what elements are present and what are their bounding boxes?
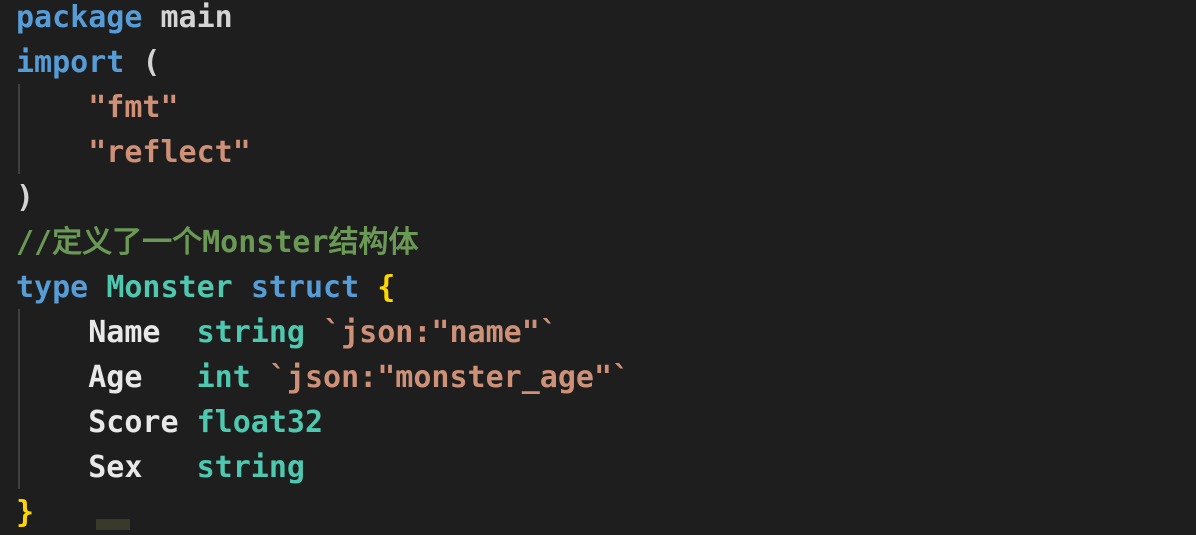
code-token: { (377, 270, 396, 305)
code-token: type (16, 270, 89, 305)
code-line[interactable]: ) (16, 175, 630, 220)
code-line[interactable]: type Monster struct { (16, 265, 630, 310)
code-line[interactable]: Name string `json:"name"` (16, 310, 630, 355)
code-token: } (16, 495, 35, 530)
code-line[interactable]: Sex string (16, 445, 630, 490)
code-text[interactable]: package main import ( "fmt" "reflect")//定… (16, 0, 630, 535)
code-token: main (142, 0, 233, 35)
code-line[interactable]: "fmt" (16, 85, 630, 130)
code-line[interactable]: package main (16, 0, 630, 40)
code-token: Sex (88, 450, 143, 485)
code-line[interactable]: import ( (16, 40, 630, 85)
code-token: "fmt" (88, 90, 179, 125)
text-cursor (96, 519, 130, 530)
code-token: float32 (196, 405, 324, 440)
code-token: `json:"monster_age"` (268, 360, 631, 395)
code-token: ( (124, 45, 161, 80)
code-line[interactable]: "reflect" (16, 130, 630, 175)
code-token: package (16, 0, 143, 35)
code-token: Monster (106, 270, 233, 305)
code-token: Name (88, 315, 161, 350)
code-line[interactable]: //定义了一个Monster结构体 (16, 220, 630, 265)
code-token: "reflect" (88, 135, 251, 170)
code-token: ) (16, 180, 35, 215)
code-editor[interactable]: package main import ( "fmt" "reflect")//定… (0, 0, 1196, 530)
code-line[interactable]: Age int `json:"monster_age"` (16, 355, 630, 400)
code-token: int (196, 360, 251, 395)
code-line[interactable]: Score float32 (16, 400, 630, 445)
code-token: Age (88, 360, 143, 395)
code-token: string (196, 450, 305, 485)
code-token: struct (250, 270, 360, 305)
code-token: Score (88, 405, 179, 440)
code-token: `json:"name"` (323, 315, 558, 350)
code-token: string (196, 315, 305, 350)
code-token: //定义了一个Monster结构体 (16, 225, 419, 260)
code-token: import (16, 45, 125, 80)
